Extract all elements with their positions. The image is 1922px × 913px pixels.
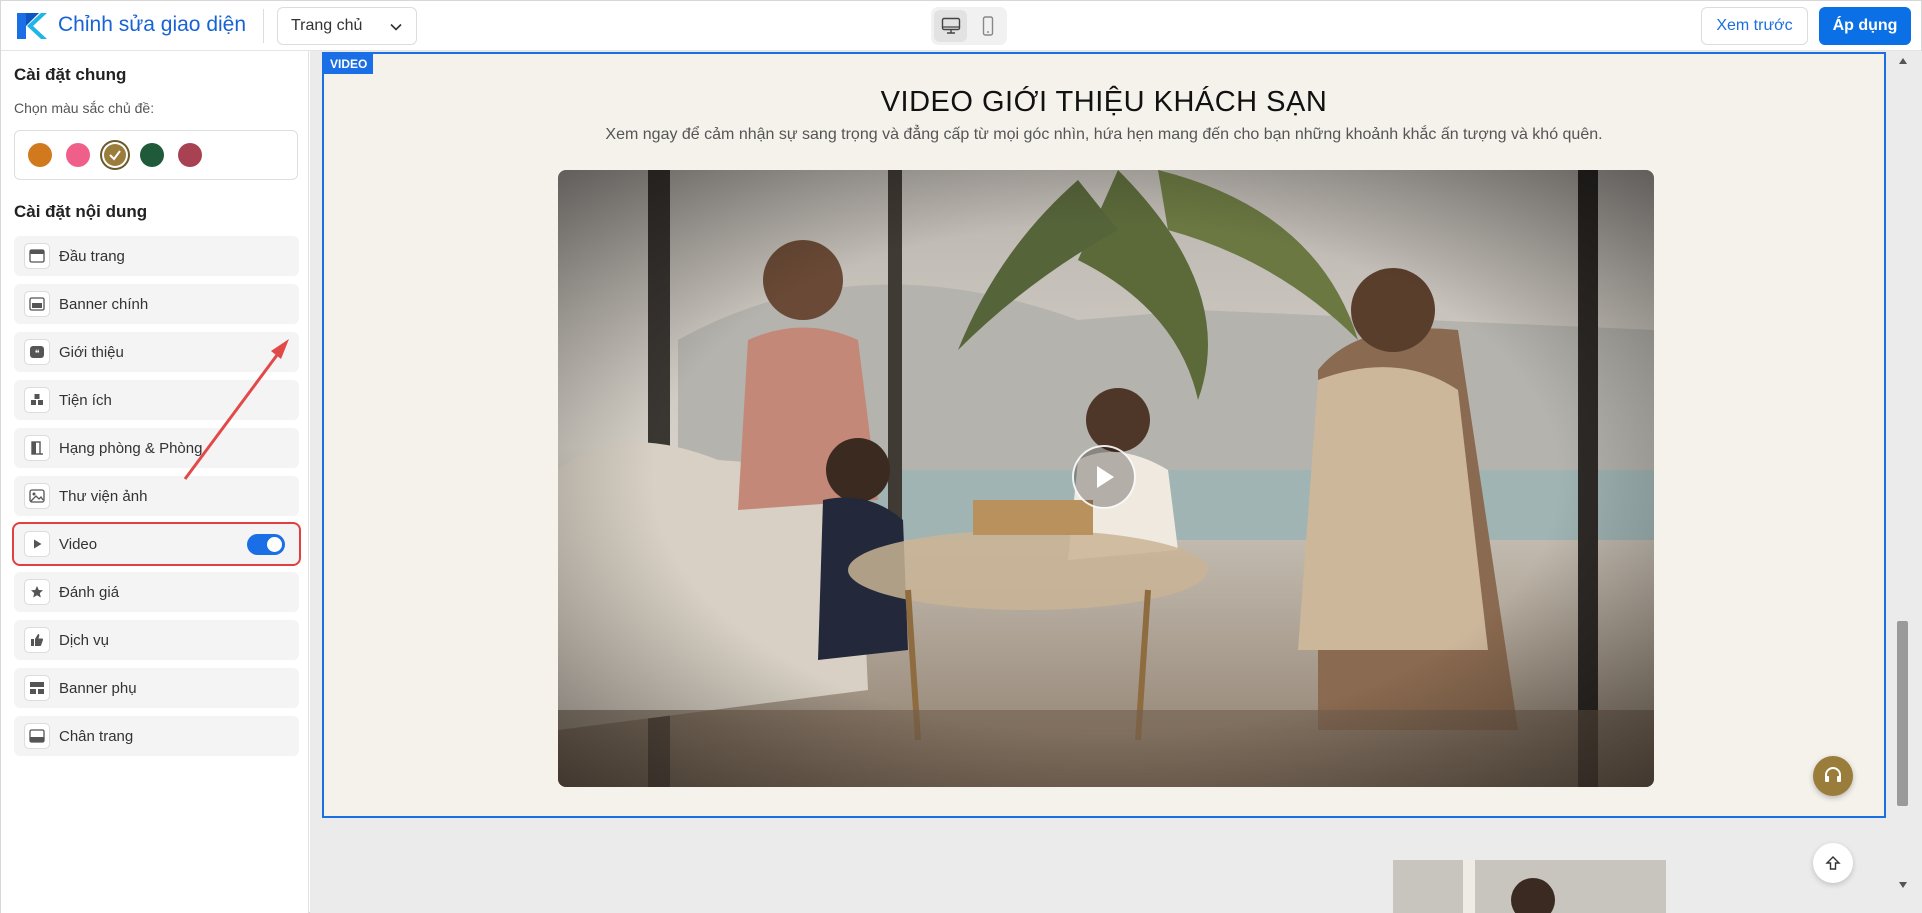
apply-button[interactable]: Áp dụng <box>1819 7 1911 45</box>
star-icon <box>24 579 50 605</box>
footer-icon <box>24 723 50 749</box>
preview-canvas: VIDEO VIDEO GIỚI THIỆU KHÁCH SẠN Xem nga… <box>310 51 1922 913</box>
sidebar-item-gallery[interactable]: Thư viện ảnh <box>14 476 299 516</box>
sidebar-item-label: Giới thiệu <box>59 343 124 361</box>
preview-button[interactable]: Xem trước <box>1701 7 1808 45</box>
scroll-to-top-button[interactable] <box>1813 843 1853 883</box>
banner-icon <box>24 291 50 317</box>
page-selector[interactable]: Trang chủ <box>277 7 417 45</box>
video-section-title: VIDEO GIỚI THIỆU KHÁCH SẠN <box>880 86 1328 118</box>
general-settings-title: Cài đặt chung <box>14 65 127 84</box>
arrow-up-icon <box>1825 856 1841 870</box>
mobile-icon <box>982 16 993 36</box>
sidebar-item-label: Chân trang <box>59 727 134 745</box>
sidebar-item-sub-banner[interactable]: Banner phụ <box>14 668 299 708</box>
quote-icon: ❝ <box>24 339 50 365</box>
door-icon <box>24 435 50 461</box>
support-button[interactable] <box>1813 756 1853 796</box>
sidebar-item-label: Banner chính <box>59 295 149 313</box>
play-icon <box>1097 466 1114 488</box>
sidebar-item-label: Video <box>59 535 98 553</box>
check-icon <box>109 150 121 161</box>
sidebar-item-video[interactable]: Video <box>12 522 301 566</box>
video-section-subtitle: Xem ngay để cảm nhận sự sang trọng và đẳ… <box>605 126 1603 143</box>
next-section-image <box>1393 860 1666 913</box>
content-section-list: Đầu trang Banner chính ❝ Giới thiệu Tiện… <box>12 236 301 764</box>
play-button[interactable] <box>1072 445 1136 509</box>
sidebar-item-reviews[interactable]: Đánh giá <box>14 572 299 612</box>
desktop-icon <box>941 17 960 34</box>
settings-sidebar: Cài đặt chung Chọn màu sắc chủ đề: Cài đ… <box>1 51 309 913</box>
thumbs-up-icon <box>24 627 50 653</box>
sidebar-item-introduction[interactable]: ❝ Giới thiệu <box>14 332 299 372</box>
page-selector-value: Trang chủ <box>291 17 363 34</box>
video-player[interactable] <box>558 170 1654 787</box>
sidebar-item-header[interactable]: Đầu trang <box>14 236 299 276</box>
app-title: Chỉnh sửa giao diện <box>58 13 247 36</box>
vertical-scrollbar[interactable] <box>1896 53 1910 893</box>
theme-color-swatch[interactable] <box>66 143 90 167</box>
theme-color-swatch[interactable] <box>178 143 202 167</box>
chevron-down-icon <box>390 23 402 31</box>
top-bar: Chỉnh sửa giao diện Trang chủ Xem trước … <box>1 1 1921 51</box>
video-visibility-toggle[interactable] <box>247 534 285 555</box>
sidebar-item-services[interactable]: Dịch vụ <box>14 620 299 660</box>
video-section[interactable]: VIDEO VIDEO GIỚI THIỆU KHÁCH SẠN Xem nga… <box>322 52 1886 818</box>
sidebar-item-label: Đánh giá <box>59 583 120 601</box>
sidebar-item-main-banner[interactable]: Banner chính <box>14 284 299 324</box>
app-logo-icon <box>17 13 47 39</box>
sidebar-item-amenities[interactable]: Tiện ích <box>14 380 299 420</box>
scrollbar-thumb[interactable] <box>1897 621 1908 806</box>
mobile-view-button[interactable] <box>971 10 1004 42</box>
play-icon <box>24 531 50 557</box>
content-settings-title: Cài đặt nội dung <box>14 202 148 221</box>
amenities-icon <box>24 387 50 413</box>
sidebar-item-label: Tiện ích <box>59 391 112 409</box>
section-tag: VIDEO <box>324 54 374 74</box>
sub-banner-icon <box>24 675 50 701</box>
sidebar-item-room-types[interactable]: Hạng phòng & Phòng <box>14 428 299 468</box>
image-icon <box>24 483 50 509</box>
theme-color-swatch[interactable] <box>104 144 126 166</box>
sidebar-item-footer[interactable]: Chân trang <box>14 716 299 756</box>
headset-icon <box>1825 767 1841 782</box>
sidebar-item-label: Banner phụ <box>59 679 137 697</box>
header-icon <box>24 243 50 269</box>
scroll-up-arrow-icon[interactable] <box>1897 55 1909 67</box>
sidebar-item-label: Hạng phòng & Phòng <box>59 439 203 457</box>
theme-color-swatch[interactable] <box>140 143 164 167</box>
theme-color-label: Chọn màu sắc chủ đề: <box>14 100 155 116</box>
desktop-view-button[interactable] <box>934 10 967 42</box>
sidebar-item-label: Dịch vụ <box>59 631 110 649</box>
theme-color-swatch[interactable] <box>28 143 52 167</box>
svg-text:❝: ❝ <box>35 349 40 359</box>
sidebar-item-label: Đầu trang <box>59 247 125 265</box>
app-window: Chỉnh sửa giao diện Trang chủ Xem trước … <box>0 0 1922 913</box>
sidebar-item-label: Thư viện ảnh <box>59 487 148 505</box>
device-toggle <box>931 7 1007 45</box>
title-divider <box>263 9 264 43</box>
theme-color-picker <box>14 130 298 180</box>
scroll-down-arrow-icon[interactable] <box>1897 879 1909 891</box>
